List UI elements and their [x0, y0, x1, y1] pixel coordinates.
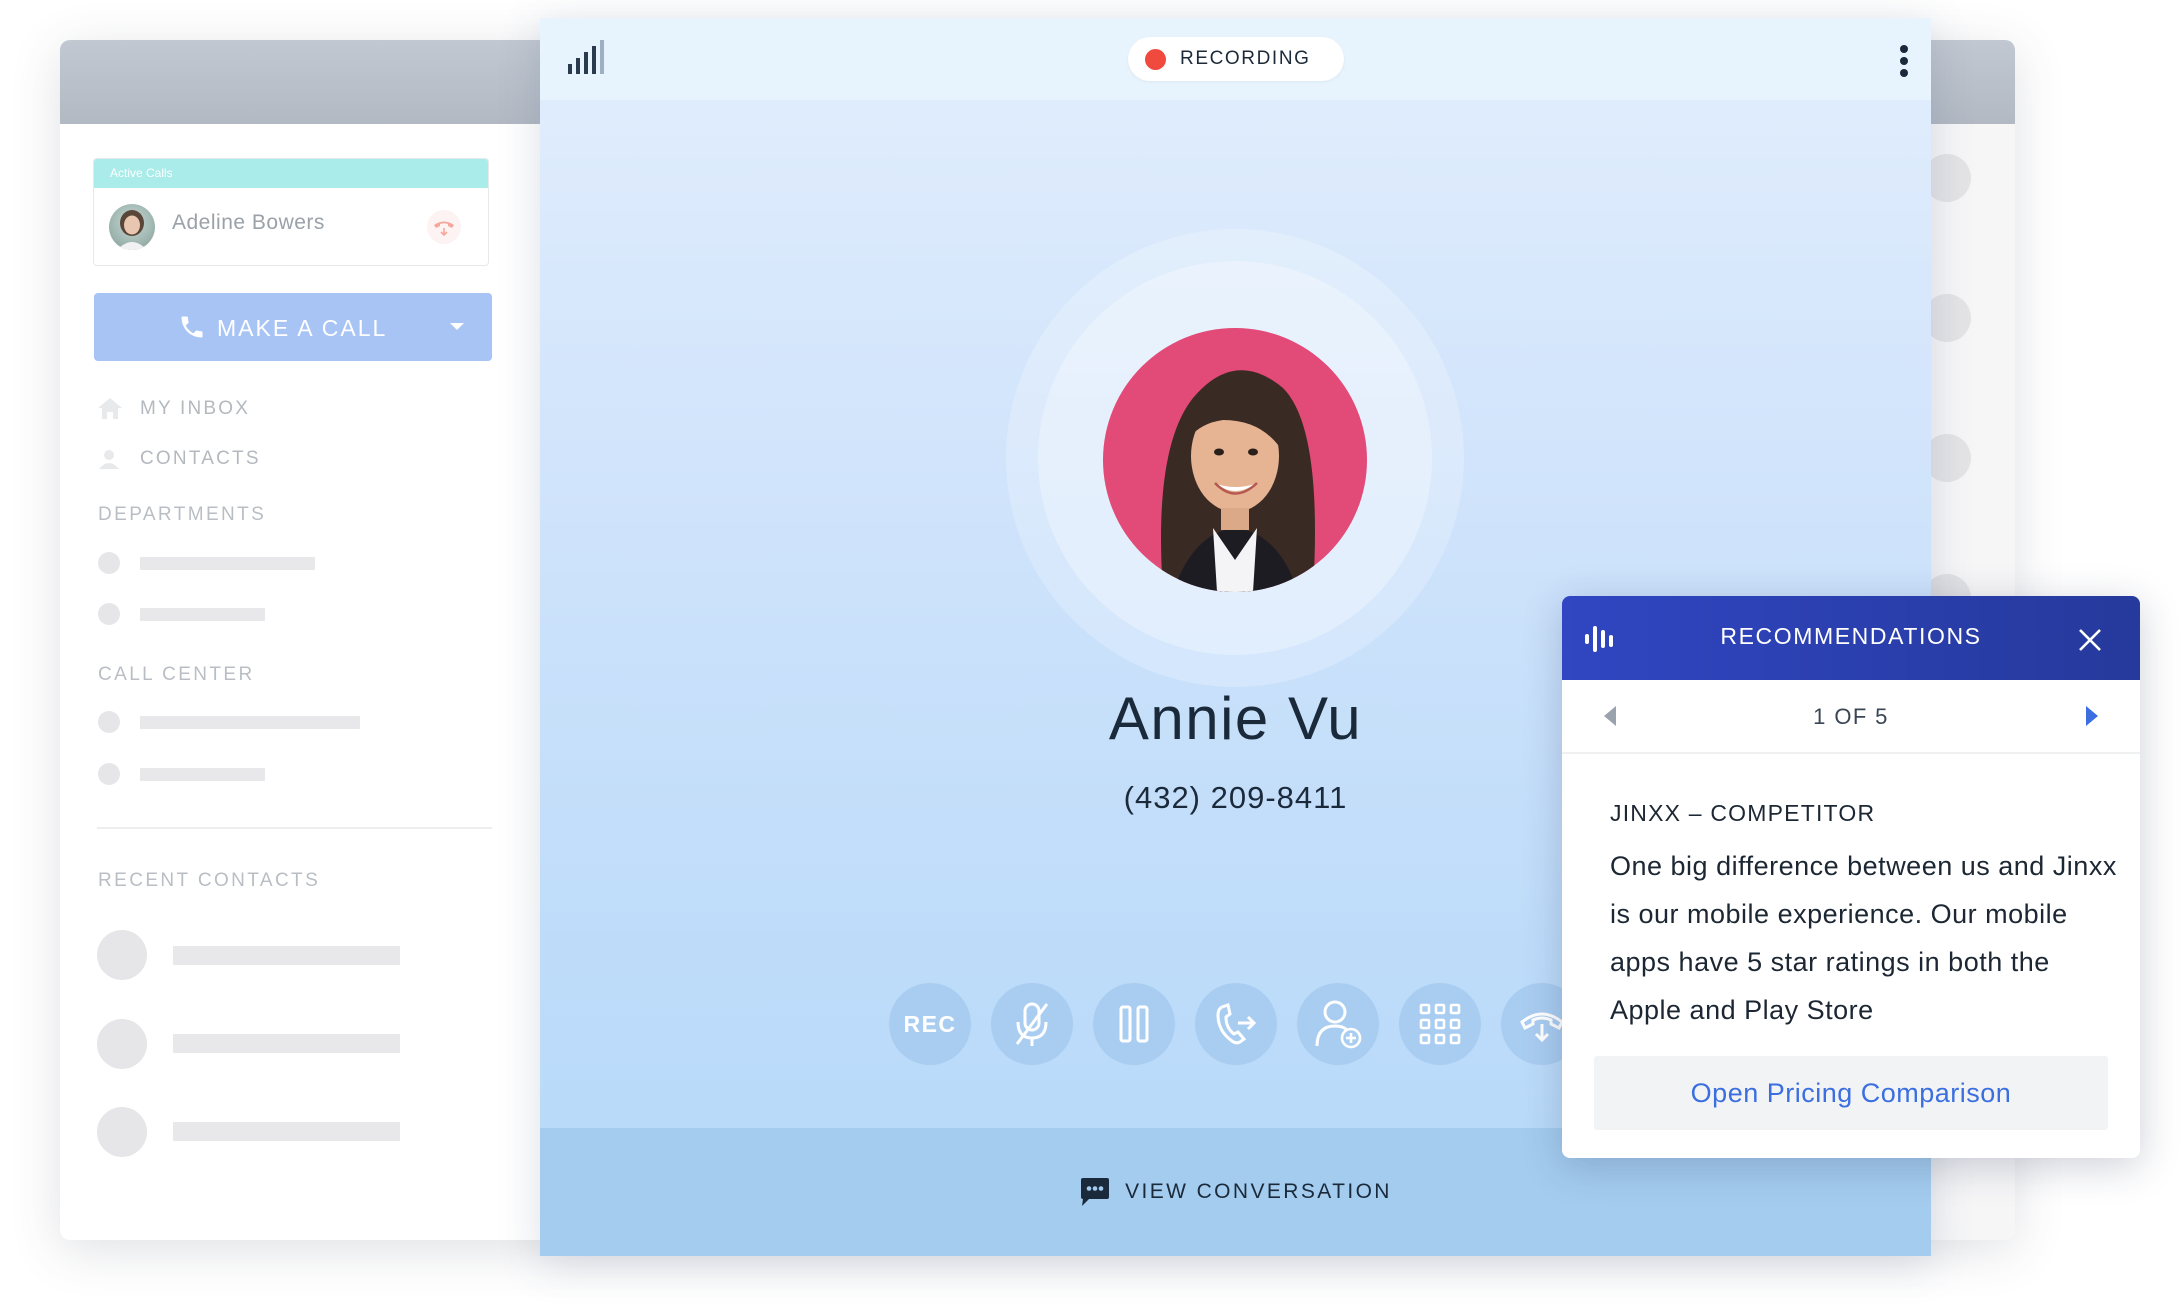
- active-calls-header: Active Calls: [94, 159, 488, 188]
- microphone-off-icon: [1015, 1002, 1049, 1046]
- record-label: REC: [903, 1010, 957, 1037]
- hold-button[interactable]: [1093, 983, 1175, 1065]
- pager-count: 1 OF 5: [1813, 704, 1889, 729]
- add-participant-button[interactable]: [1297, 983, 1379, 1065]
- recommendations-title: RECOMMENDATIONS: [1720, 623, 1982, 649]
- recommendations-header: RECOMMENDATIONS: [1562, 596, 2140, 680]
- contact-avatar: [1103, 328, 1367, 592]
- recent-contact-avatar: [97, 930, 147, 980]
- phone-icon: [181, 316, 203, 338]
- recording-status-badge: RECORDING: [1128, 37, 1344, 81]
- divider: [97, 827, 492, 829]
- recent-contact-placeholder[interactable]: [173, 1034, 400, 1053]
- home-icon: [98, 398, 122, 419]
- nav-my-inbox[interactable]: MY INBOX: [140, 398, 250, 420]
- active-calls-card[interactable]: Active Calls Adeline Bowers: [93, 158, 489, 266]
- close-icon[interactable]: [2076, 626, 2104, 654]
- avatar: [109, 204, 155, 250]
- section-call-center: CALL CENTER: [98, 664, 255, 685]
- contacts-icon: [99, 450, 119, 469]
- kebab-menu-icon[interactable]: [1898, 44, 1910, 78]
- nav-contacts[interactable]: CONTACTS: [140, 448, 261, 470]
- active-caller-name: Adeline Bowers: [172, 211, 325, 234]
- hang-up-icon: [1520, 1012, 1564, 1043]
- next-arrow-icon[interactable]: [2084, 705, 2100, 727]
- make-a-call-label: MAKE A CALL: [217, 315, 388, 341]
- chat-bubble-icon: [1081, 1178, 1110, 1206]
- open-pricing-comparison-button[interactable]: Open Pricing Comparison: [1594, 1056, 2108, 1130]
- transfer-call-icon: [1216, 1003, 1257, 1045]
- recent-contact-placeholder[interactable]: [173, 946, 400, 965]
- mute-button[interactable]: [991, 983, 1073, 1065]
- recent-contact-placeholder[interactable]: [173, 1122, 400, 1141]
- recommendation-topic: JINXX – COMPETITOR: [1610, 800, 1876, 826]
- recording-label: RECORDING: [1180, 48, 1311, 69]
- call-topbar: RECORDING: [540, 18, 1931, 100]
- call-center-placeholder[interactable]: [140, 716, 360, 729]
- section-departments: DEPARTMENTS: [98, 504, 267, 525]
- record-button[interactable]: REC: [889, 983, 971, 1065]
- department-status-dot: [98, 552, 120, 574]
- add-person-icon: [1315, 1000, 1362, 1049]
- department-placeholder[interactable]: [140, 608, 265, 621]
- recommendations-pager: 1 OF 5: [1562, 680, 2140, 754]
- section-recent-contacts: RECENT CONTACTS: [98, 870, 321, 891]
- chevron-down-icon[interactable]: [449, 322, 465, 332]
- hang-up-icon[interactable]: [426, 209, 462, 245]
- recommendations-panel: RECOMMENDATIONS 1 OF 5 JINXX – COMPETITO…: [1562, 596, 2140, 1158]
- keypad-icon: [1419, 1003, 1461, 1045]
- view-conversation-label: VIEW CONVERSATION: [1125, 1180, 1392, 1203]
- recommendation-body: One big difference between us and Jinxx …: [1610, 851, 2117, 1025]
- department-placeholder[interactable]: [140, 557, 315, 570]
- call-center-status-dot: [98, 711, 120, 733]
- call-center-status-dot: [98, 763, 120, 785]
- pause-icon: [1119, 1005, 1149, 1043]
- call-center-placeholder[interactable]: [140, 768, 265, 781]
- department-status-dot: [98, 603, 120, 625]
- recent-contact-avatar: [97, 1107, 147, 1157]
- recording-dot-icon: [1145, 49, 1166, 70]
- recent-contact-avatar: [97, 1019, 147, 1069]
- make-a-call-button[interactable]: MAKE A CALL: [94, 293, 492, 361]
- signal-strength-icon: [568, 40, 604, 74]
- keypad-button[interactable]: [1399, 983, 1481, 1065]
- transfer-button[interactable]: [1195, 983, 1277, 1065]
